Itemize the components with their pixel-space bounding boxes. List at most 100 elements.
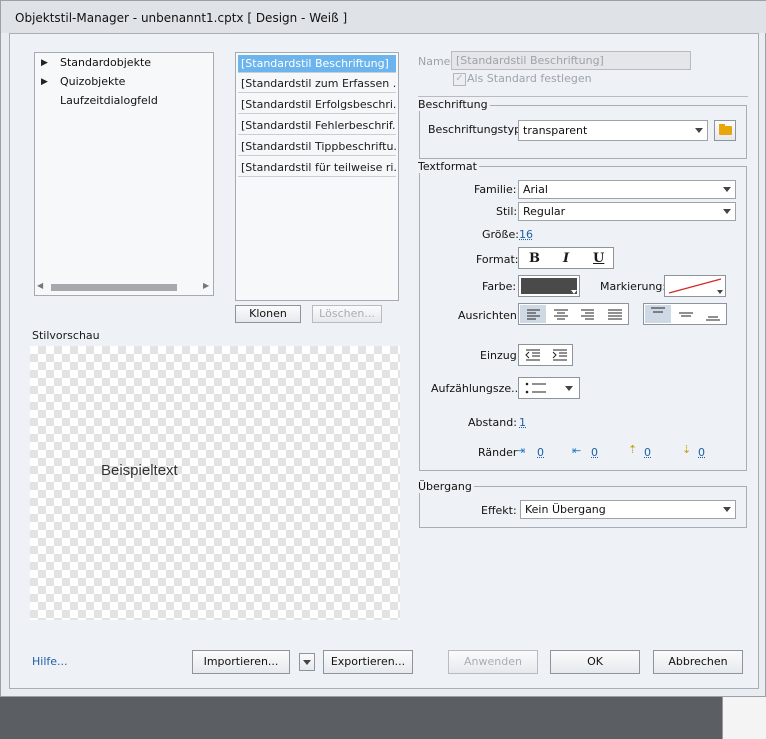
- horizontal-scrollbar[interactable]: ◀ ▶: [37, 281, 211, 293]
- chevron-down-icon: [695, 128, 703, 133]
- list-item[interactable]: [Standardstil Beschriftung]: [238, 55, 396, 73]
- style-value: Regular: [523, 205, 566, 218]
- help-link[interactable]: Hilfe...: [32, 655, 68, 668]
- align-top-button[interactable]: [645, 305, 671, 323]
- effect-label: Effekt:: [481, 504, 517, 517]
- align-top-icon: [651, 307, 665, 313]
- chevron-down-icon: [723, 209, 731, 214]
- clone-button[interactable]: Klonen: [235, 305, 301, 323]
- scroll-left-icon[interactable]: ◀: [37, 281, 43, 290]
- indent-group: [518, 344, 573, 366]
- style-list[interactable]: [Standardstil Beschriftung] [Standardsti…: [235, 52, 399, 301]
- caption-type-value: transparent: [523, 124, 588, 137]
- transition-group-title: Übergang: [416, 480, 474, 493]
- default-checkbox[interactable]: ✓: [453, 73, 466, 86]
- align-bottom-icon[interactable]: [700, 305, 726, 323]
- spacing-label: Abstand:: [468, 416, 517, 429]
- align-middle-icon[interactable]: [673, 305, 699, 323]
- size-value[interactable]: 16: [519, 228, 533, 241]
- cancel-button[interactable]: Abbrechen: [653, 650, 743, 674]
- decrease-indent-icon[interactable]: [520, 346, 546, 364]
- ok-button[interactable]: OK: [550, 650, 640, 674]
- increase-indent-icon[interactable]: [547, 346, 573, 364]
- color-fill: [521, 278, 577, 294]
- align-label: Ausrichten:: [458, 309, 521, 322]
- default-checkbox-label: Als Standard festlegen: [467, 72, 592, 85]
- format-label: Format:: [476, 253, 519, 266]
- title-bar: Objektstil-Manager - unbenannt1.cptx [ D…: [1, 1, 766, 33]
- object-tree[interactable]: ▶ Standardobjekte ▶ Quizobjekte Laufzeit…: [34, 52, 214, 296]
- chevron-down-icon: [571, 290, 577, 294]
- name-input[interactable]: [Standardstil Beschriftung]: [451, 51, 691, 70]
- apply-button[interactable]: Anwenden: [448, 650, 538, 674]
- align-right-icon[interactable]: [575, 305, 601, 323]
- name-label: Name: [418, 55, 451, 68]
- bullets-select[interactable]: [518, 377, 580, 399]
- list-item[interactable]: [Standardstil Erfolgsbeschri...: [238, 96, 396, 114]
- align-center-icon[interactable]: [548, 305, 574, 323]
- caption-type-select[interactable]: transparent: [518, 120, 708, 141]
- underline-button[interactable]: U: [593, 251, 604, 266]
- left-margin-icon: ⇥: [516, 444, 526, 457]
- highlight-swatch[interactable]: [664, 275, 726, 297]
- italic-button[interactable]: I: [563, 251, 569, 266]
- horizontal-align-group: [518, 303, 629, 325]
- style-select[interactable]: Regular: [518, 202, 736, 221]
- chevron-down-icon: [717, 290, 723, 294]
- effect-select[interactable]: Kein Übergang: [520, 500, 736, 519]
- caption-type-label: Beschriftungstyp: [428, 123, 522, 136]
- effect-value: Kein Übergang: [525, 503, 606, 516]
- list-item[interactable]: [Standardstil Fehlerbeschrif...: [238, 117, 396, 135]
- align-justify-icon[interactable]: [602, 305, 628, 323]
- right-margin-icon: ⇤: [572, 444, 582, 457]
- size-label: Größe:: [482, 228, 519, 241]
- align-left-button[interactable]: [520, 305, 546, 323]
- spacing-value[interactable]: 1: [519, 416, 526, 429]
- align-left-icon: [527, 309, 540, 320]
- margins-label: Ränder: [478, 446, 518, 459]
- right-margin-value[interactable]: 0: [591, 446, 598, 459]
- tree-item-quizobjekte[interactable]: Quizobjekte: [60, 75, 125, 88]
- expand-arrow-icon[interactable]: ▶: [41, 58, 48, 68]
- tree-item-standardobjekte[interactable]: Standardobjekte: [60, 56, 151, 69]
- expand-arrow-icon[interactable]: ▶: [41, 77, 48, 87]
- object-style-manager-dialog: Objektstil-Manager - unbenannt1.cptx [ D…: [0, 0, 766, 697]
- family-select[interactable]: Arial: [518, 180, 736, 199]
- indent-label: Einzug:: [480, 349, 521, 362]
- background-window-right: [722, 690, 766, 739]
- bullets-label: Aufzählungsze...: [431, 382, 522, 395]
- color-label: Farbe:: [482, 280, 517, 293]
- bold-button[interactable]: B: [529, 251, 540, 266]
- bullet-list-icon: [525, 382, 546, 394]
- export-button[interactable]: Exportieren...: [323, 650, 413, 674]
- top-margin-value[interactable]: 0: [644, 446, 651, 459]
- export-menu-button[interactable]: [299, 653, 315, 671]
- list-item[interactable]: [Standardstil zum Erfassen ...: [238, 75, 396, 93]
- folder-button[interactable]: [714, 120, 736, 141]
- left-margin-value[interactable]: 0: [537, 446, 544, 459]
- preview-sample-text: Beispieltext: [101, 462, 178, 479]
- family-label: Familie:: [474, 183, 517, 196]
- chevron-down-icon: [565, 386, 573, 391]
- list-item[interactable]: [Standardstil für teilweise ri...: [238, 159, 396, 177]
- no-color-icon: [668, 278, 722, 294]
- format-buttons: B I U: [518, 247, 614, 269]
- scroll-right-icon[interactable]: ▶: [203, 281, 209, 290]
- tree-item-laufzeitdialogfeld[interactable]: Laufzeitdialogfeld: [60, 94, 158, 107]
- vertical-align-group: [643, 303, 727, 325]
- bottom-margin-icon: ⇣: [682, 443, 692, 456]
- chevron-down-icon: [303, 660, 311, 665]
- folder-tab: [719, 124, 725, 127]
- preview-label: Stilvorschau: [32, 329, 100, 342]
- scroll-thumb[interactable]: [51, 284, 177, 291]
- font-color-swatch[interactable]: [518, 275, 580, 297]
- dialog-client-area: ▶ Standardobjekte ▶ Quizobjekte Laufzeit…: [9, 33, 759, 689]
- list-item[interactable]: [Standardstil Tippbeschriftu...: [238, 138, 396, 156]
- bottom-margin-value[interactable]: 0: [698, 446, 705, 459]
- delete-button[interactable]: Löschen...: [312, 305, 382, 323]
- top-margin-icon: ⇡: [628, 443, 638, 456]
- import-button[interactable]: Importieren...: [192, 650, 290, 674]
- divider: [418, 96, 748, 97]
- window-title: Objektstil-Manager - unbenannt1.cptx [ D…: [15, 11, 348, 25]
- style-preview: Beispieltext: [30, 346, 400, 620]
